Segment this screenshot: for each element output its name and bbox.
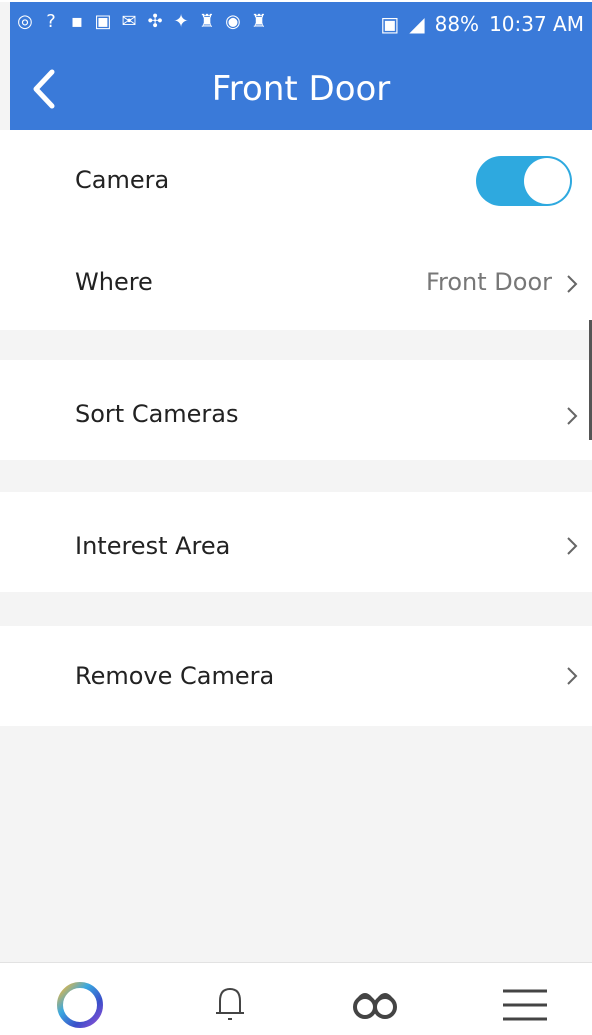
bottom-navigation [0, 962, 592, 1035]
notification-icons: ◎ ? ▪ ▣ ✉ ✣ ✦ ♜ ◉ ♜ [16, 12, 268, 32]
nav-alerts-button[interactable] [200, 977, 260, 1031]
nav-home-button[interactable] [50, 977, 110, 1031]
lock-icon: ▣ [380, 12, 400, 36]
setting-camera-row: Camera [0, 130, 592, 230]
chevron-right-icon [567, 667, 578, 685]
setting-sort-row[interactable]: Sort Cameras [0, 360, 592, 460]
person-icon: ♜ [198, 11, 216, 32]
messenger-icon: ◉ [225, 11, 241, 32]
time-text: 10:37 AM [489, 12, 584, 36]
remove-label: Remove Camera [75, 662, 275, 690]
person-icon: ♜ [250, 11, 268, 32]
battery-text: 88% [434, 12, 480, 36]
chevron-right-icon [567, 275, 578, 293]
signal-icon: ◢ [409, 12, 425, 36]
nav-watch-button[interactable] [345, 977, 405, 1031]
mail-icon: ✉ [121, 11, 137, 32]
chevron-right-icon [567, 407, 578, 425]
spark-icon: ✦ [173, 11, 189, 32]
menu-icon [503, 989, 547, 1021]
setting-remove-row[interactable]: Remove Camera [0, 626, 592, 726]
page-title: Front Door [211, 69, 391, 109]
interest-label: Interest Area [75, 532, 231, 560]
status-right: ▣ ◢ 88% 10:37 AM [380, 12, 584, 36]
setting-where-row[interactable]: Where Front Door [0, 230, 592, 330]
app-header: Front Door [10, 48, 592, 130]
chevron-right-icon [567, 537, 578, 555]
pinwheel-icon: ✣ [147, 11, 163, 32]
nav-menu-button[interactable] [495, 977, 555, 1031]
where-label: Where [75, 268, 153, 296]
bluetooth-icon: ▪ [70, 11, 84, 32]
sort-label: Sort Cameras [75, 400, 239, 428]
whatsapp-icon: ◎ [17, 11, 33, 32]
where-value: Front Door [425, 268, 552, 296]
bell-icon [216, 987, 244, 1020]
setting-interest-row[interactable]: Interest Area [0, 492, 592, 592]
status-bar: ◎ ? ▪ ▣ ✉ ✣ ✦ ♜ ◉ ♜ ▣ ◢ 88% 10:37 AM [10, 2, 592, 48]
image-icon: ▣ [94, 11, 112, 32]
toggle-knob [524, 158, 570, 204]
camera-toggle[interactable] [476, 156, 572, 206]
help-icon: ? [46, 11, 56, 32]
camera-label: Camera [75, 166, 170, 194]
home-ring-icon [57, 982, 103, 1028]
binoculars-icon [353, 993, 397, 1019]
